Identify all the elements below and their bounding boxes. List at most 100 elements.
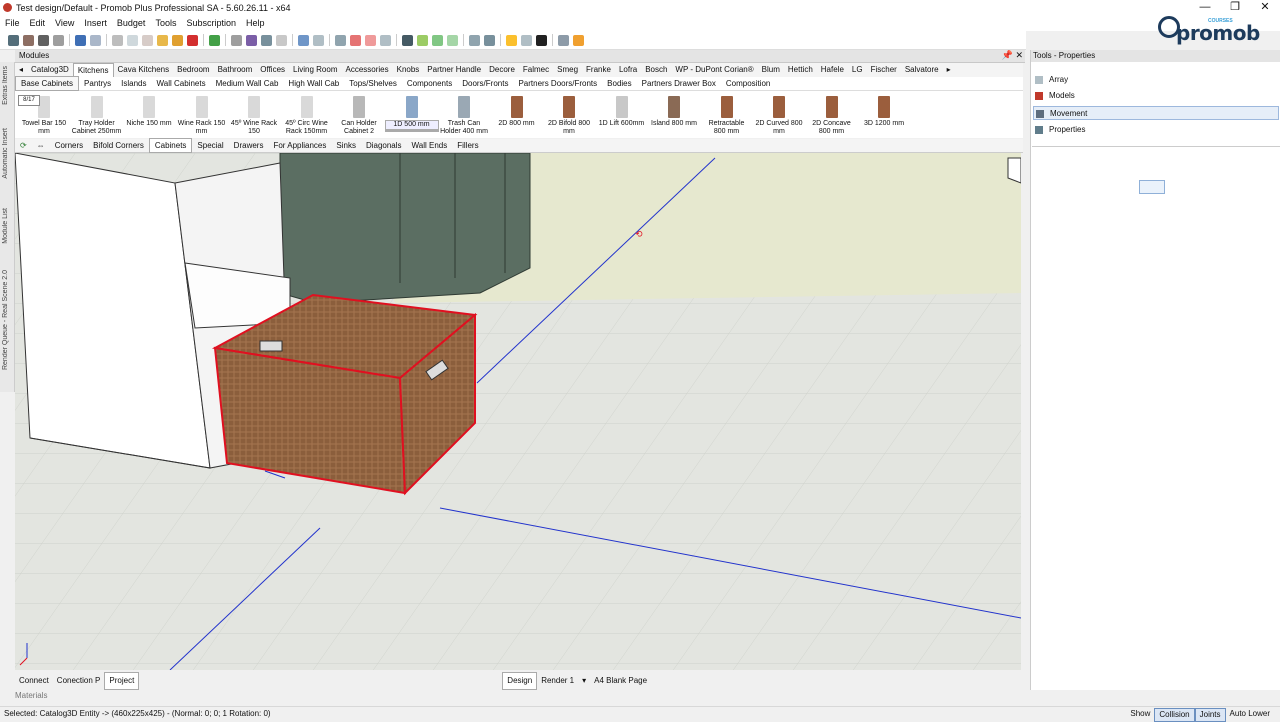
module-item[interactable]: 45º Circ Wine Rack 150mm (280, 91, 334, 138)
distribute-icon[interactable] (313, 34, 324, 46)
module-item[interactable]: 2D Concave 800 mm (805, 91, 859, 138)
catalog-tab[interactable]: Bathroom (214, 63, 257, 77)
sub-tab[interactable]: Bodies (602, 77, 636, 90)
menu-file[interactable]: File (0, 16, 25, 31)
rect-icon[interactable] (276, 34, 287, 46)
save-icon[interactable] (8, 34, 19, 46)
module-item[interactable]: Trash Can Holder 400 mm (437, 91, 491, 138)
sub-tab[interactable]: Doors/Fronts (457, 77, 513, 90)
view-icon[interactable]: ⟳ (15, 139, 32, 152)
sub-tab[interactable]: Partners Doors/Fronts (513, 77, 602, 90)
redo-icon[interactable] (90, 34, 101, 46)
movement-item[interactable]: Movement (1033, 106, 1279, 120)
catalog-tab[interactable]: Bedroom (173, 63, 213, 77)
dropdown-icon[interactable]: ▾ (578, 673, 590, 689)
catalog-tab[interactable]: Smeg (553, 63, 582, 77)
module-item[interactable]: 3D 1200 mm (857, 91, 911, 138)
catalog-tab[interactable]: Blum (758, 63, 784, 77)
pin-icon[interactable]: 📌 (1002, 50, 1013, 61)
menu-help[interactable]: Help (241, 16, 270, 31)
cube-icon[interactable] (484, 34, 495, 46)
catalog-tab[interactable]: Decore (485, 63, 519, 77)
module-list-tab[interactable]: Module List (2, 208, 9, 244)
clone-icon[interactable] (380, 34, 391, 46)
bolt-icon[interactable] (573, 34, 584, 46)
connect-tab[interactable]: Connect (15, 673, 53, 689)
properties-item[interactable]: Properties (1033, 123, 1279, 137)
tool-tab[interactable]: Diagonals (361, 139, 407, 152)
shield-icon[interactable] (335, 34, 346, 46)
paste-icon[interactable] (142, 34, 153, 46)
sub-tab[interactable]: Composition (721, 77, 775, 90)
tool-tab[interactable]: Wall Ends (407, 139, 453, 152)
nav-back-icon[interactable]: ◂ (15, 63, 27, 77)
sub-tab[interactable]: Base Cabinets (15, 76, 80, 91)
module-item[interactable]: Island 800 mm (647, 91, 701, 138)
catalog-tab[interactable]: Hafele (817, 63, 848, 77)
grid-icon[interactable] (231, 34, 242, 46)
project-tab[interactable]: Project (104, 672, 140, 690)
catalog-tab[interactable]: Knobs (393, 63, 424, 77)
design-tab[interactable]: Design (502, 672, 538, 690)
close-button[interactable]: ✕ (1250, 0, 1280, 16)
move-icon[interactable] (536, 34, 547, 46)
module-item[interactable]: Wine Rack 150 mm (175, 91, 229, 138)
sub-tab[interactable]: Tops/Shelves (344, 77, 402, 90)
sub-tab[interactable]: Pantrys (79, 77, 116, 90)
tool-tab[interactable]: Fillers (452, 139, 483, 152)
menu-tools[interactable]: Tools (150, 16, 181, 31)
catalog-tab[interactable]: Accessories (341, 63, 392, 77)
nav-next-icon[interactable] (447, 34, 458, 46)
dimension-icon[interactable] (365, 34, 376, 46)
print-preview-icon[interactable] (53, 34, 64, 46)
sub-tab[interactable]: Islands (116, 77, 151, 90)
sub-tab[interactable]: Medium Wall Cab (211, 77, 284, 90)
catalog-tab[interactable]: Living Room (289, 63, 341, 77)
render-tab[interactable]: Render 1 (537, 673, 578, 689)
catalog-tab[interactable]: Falmec (519, 63, 553, 77)
array-item[interactable]: Array (1033, 73, 1279, 87)
sub-tab[interactable]: High Wall Cab (283, 77, 344, 90)
automatic-insert-tab[interactable]: Automatic Insert (2, 128, 9, 179)
module-item[interactable]: 1D 500 mm (384, 91, 439, 138)
extras-items-tab[interactable]: Extras Items (2, 66, 9, 105)
cut-icon[interactable] (112, 34, 123, 46)
paint-icon[interactable] (157, 34, 168, 46)
3d-viewport[interactable]: ⟲ (15, 153, 1021, 670)
sub-tab[interactable]: Wall Cabinets (152, 77, 211, 90)
delete-icon[interactable] (187, 34, 198, 46)
tool-tab[interactable]: Cabinets (148, 138, 193, 153)
close-icon[interactable]: ✕ (1015, 50, 1023, 61)
catalog-tab[interactable]: Lofra (615, 63, 641, 77)
format-icon[interactable] (172, 34, 183, 46)
catalog-tab[interactable]: LG (848, 63, 867, 77)
render-queue-tab[interactable]: Render Queue - Real Scene 2.0 (2, 270, 9, 370)
screen-icon[interactable] (521, 34, 532, 46)
copy-icon[interactable] (127, 34, 138, 46)
catalog-tab[interactable]: Partner Handle (423, 63, 485, 77)
catalog-tab[interactable]: WP - DuPont Corian® (671, 63, 757, 77)
pencil-icon[interactable] (506, 34, 517, 46)
eye-icon[interactable] (402, 34, 413, 46)
menu-subscription[interactable]: Subscription (181, 16, 241, 31)
conection-tab[interactable]: Conection P (53, 673, 105, 689)
select-icon[interactable] (298, 34, 309, 46)
tool-tab[interactable]: Bifold Corners (88, 139, 149, 152)
layout-icon[interactable] (558, 34, 569, 46)
view-icon[interactable] (469, 34, 480, 46)
tool-tab[interactable]: Special (192, 139, 228, 152)
tool-tab[interactable]: Sinks (331, 139, 361, 152)
sub-tab[interactable]: Partners Drawer Box (637, 77, 721, 90)
catalog-tab[interactable]: Catalog3D (27, 63, 73, 77)
catalog-tab[interactable]: Salvatore (901, 63, 943, 77)
catalog-tab[interactable]: Bosch (641, 63, 671, 77)
a4-page-tab[interactable]: A4 Blank Page (590, 673, 651, 689)
menu-edit[interactable]: Edit (25, 16, 51, 31)
module-item[interactable]: Retractable 800 mm (700, 91, 754, 138)
tool-tab[interactable]: Corners (50, 139, 88, 152)
measure-icon[interactable] (350, 34, 361, 46)
catalog-tab[interactable]: Cava Kitchens (114, 63, 174, 77)
nav-next-icon[interactable]: ▸ (943, 63, 955, 77)
nav-back-icon[interactable] (417, 34, 428, 46)
undo-icon[interactable] (75, 34, 86, 46)
